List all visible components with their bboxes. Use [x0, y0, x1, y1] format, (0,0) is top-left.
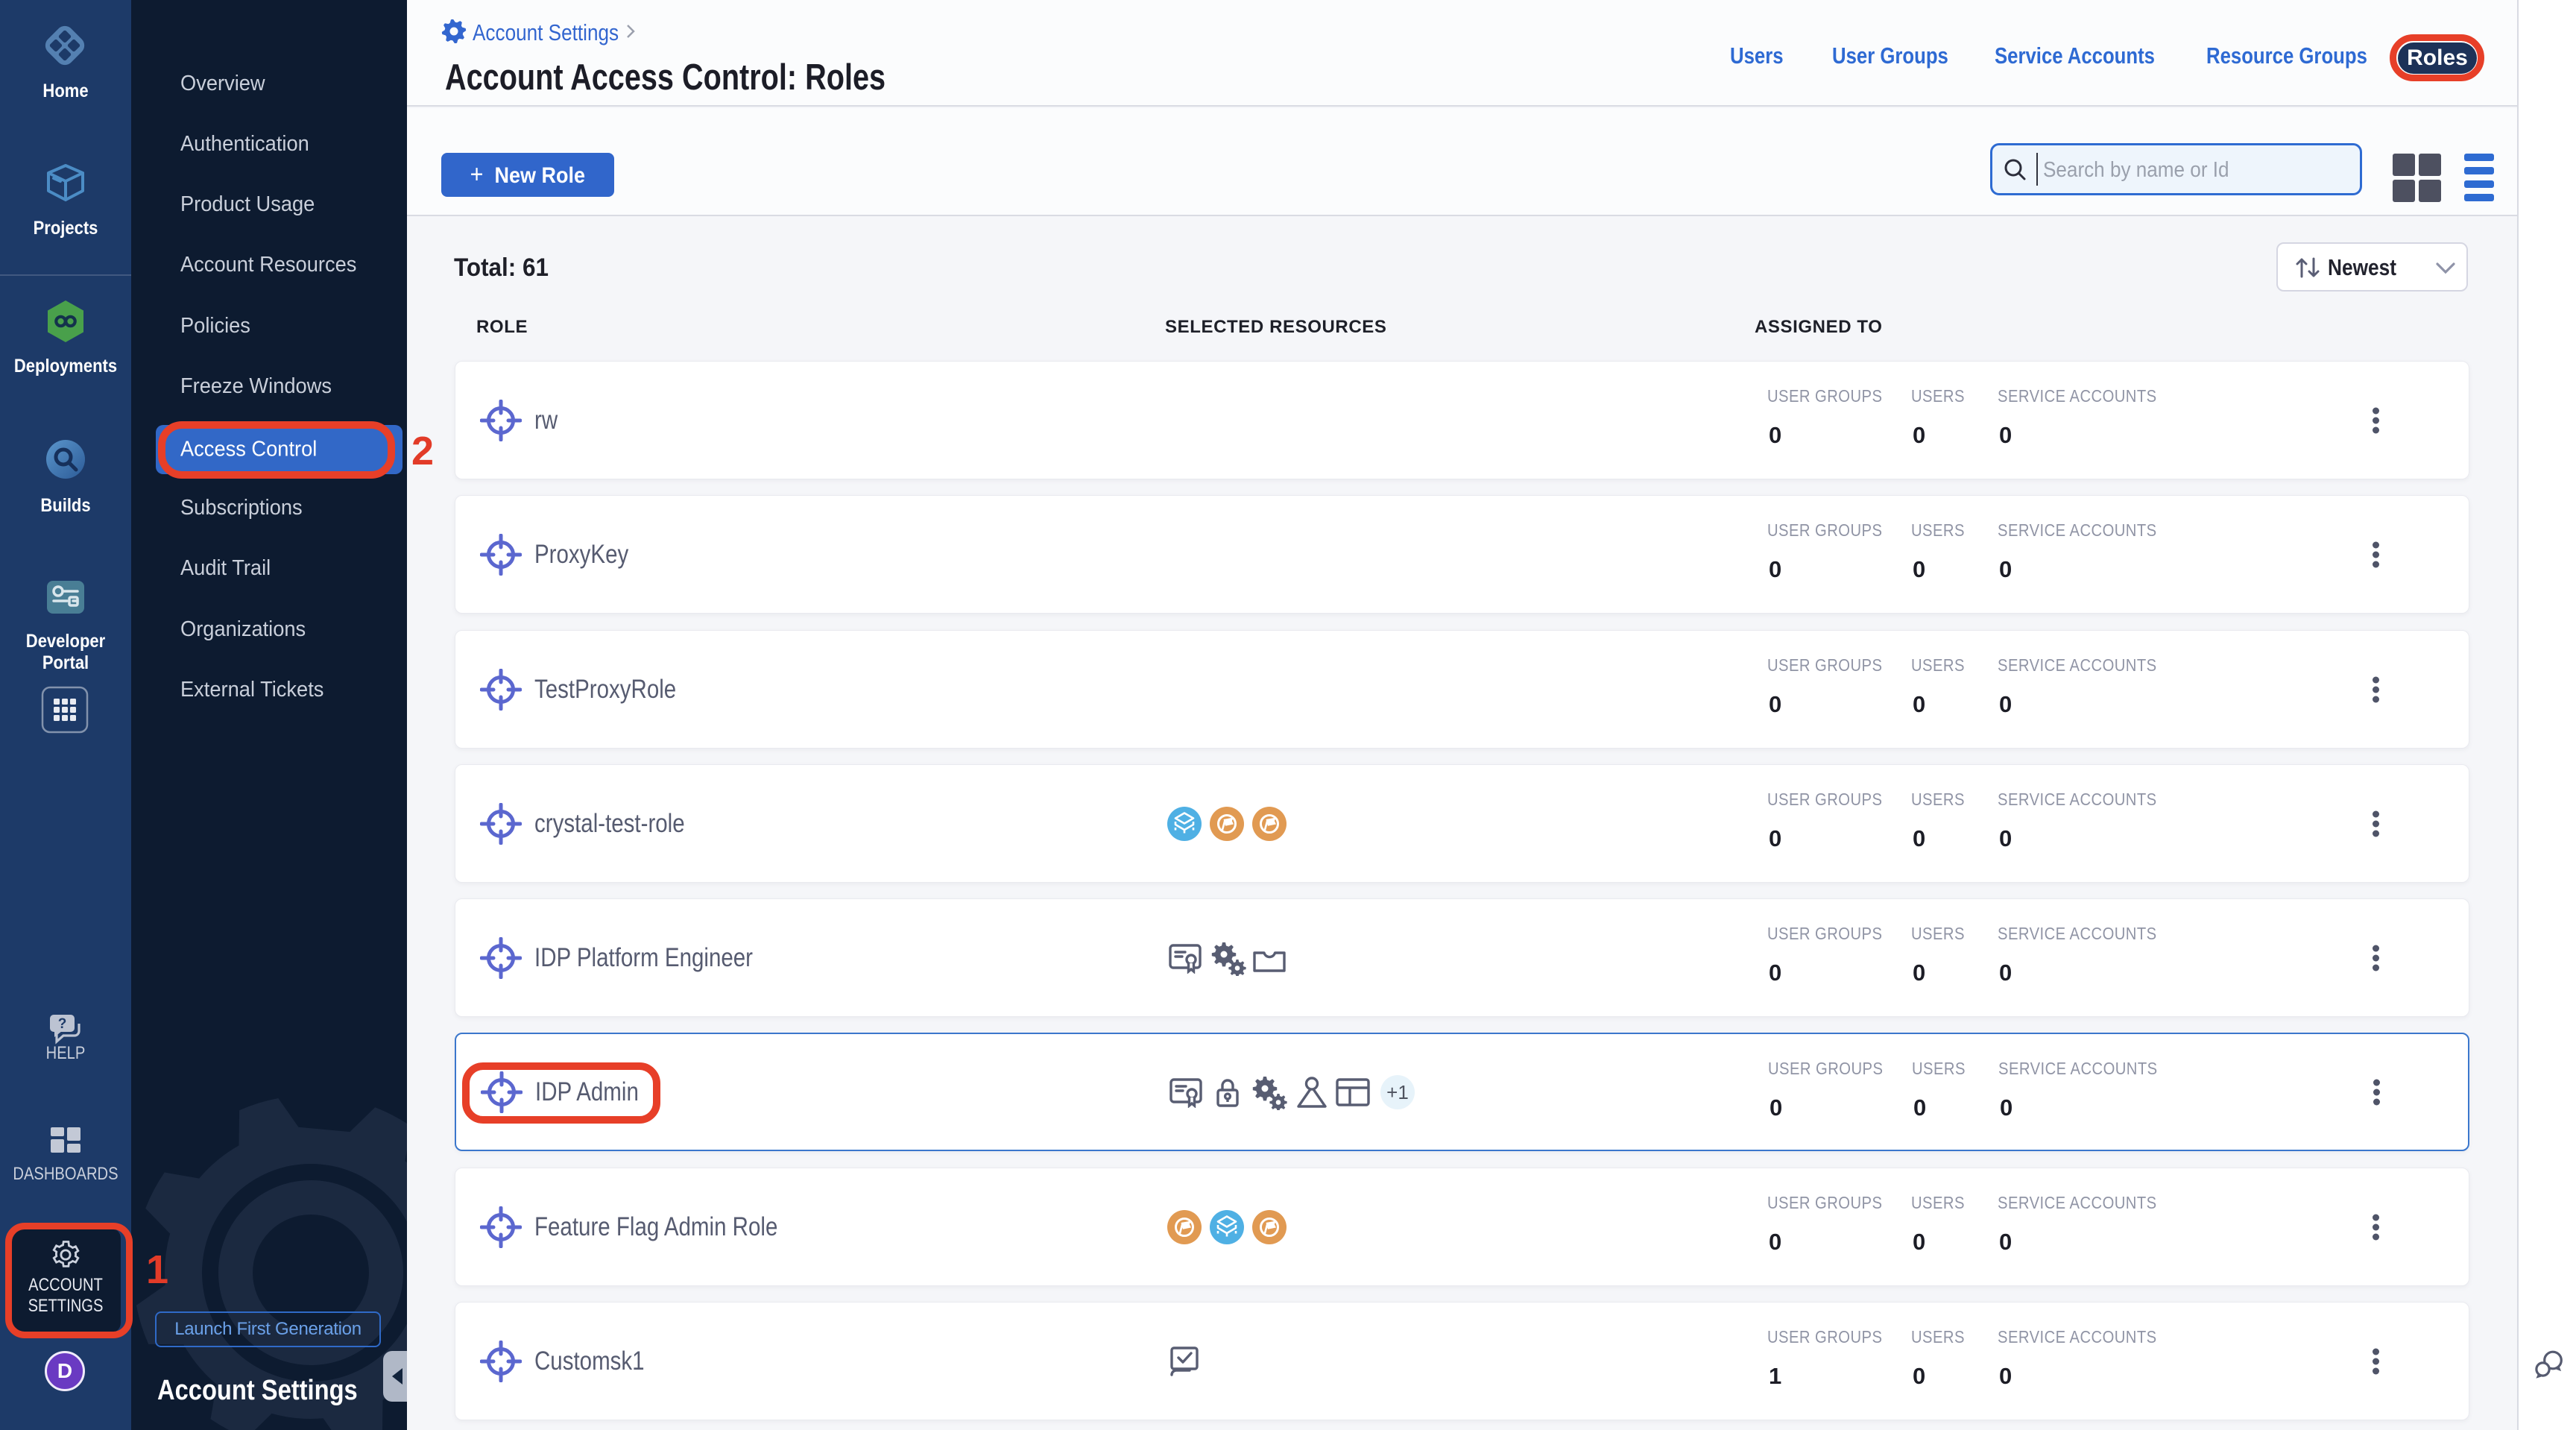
svg-text:?: ?: [58, 1016, 67, 1032]
